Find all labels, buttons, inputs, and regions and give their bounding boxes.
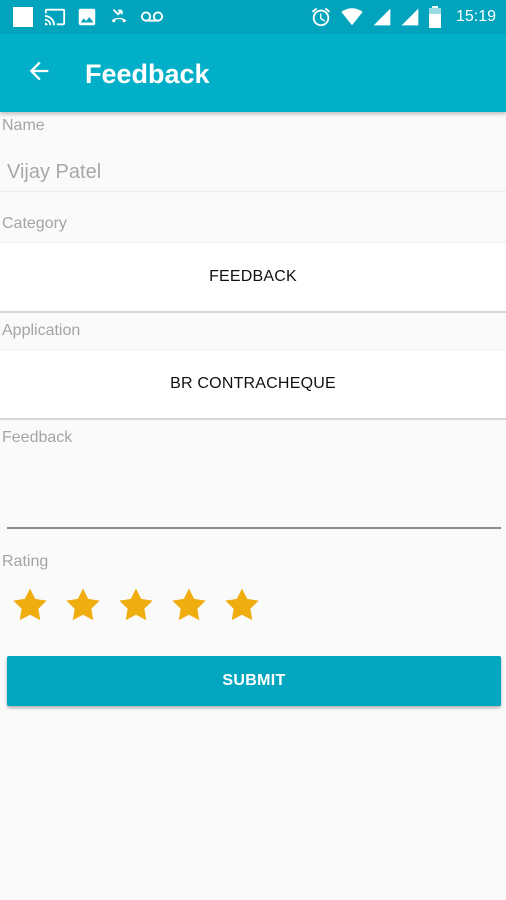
name-divider <box>0 191 506 192</box>
app-bar: Feedback <box>0 34 506 112</box>
category-selector[interactable]: FEEDBACK <box>0 242 506 313</box>
category-label: Category <box>2 215 67 232</box>
name-field[interactable]: Vijay Patel <box>7 161 101 184</box>
feedback-input[interactable] <box>7 455 501 525</box>
notification-icons <box>12 0 164 34</box>
signal-icon <box>372 7 392 27</box>
square-icon <box>12 6 34 28</box>
feedback-underline <box>7 527 501 529</box>
star-icon[interactable] <box>222 586 262 626</box>
voicemail-icon <box>140 6 164 28</box>
wifi-icon <box>340 6 364 28</box>
feedback-label: Feedback <box>2 429 73 446</box>
cast-icon <box>44 6 66 28</box>
star-icon[interactable] <box>169 586 209 626</box>
rating-bar[interactable] <box>10 586 262 626</box>
arrow-back-icon <box>25 57 53 90</box>
page-title: Feedback <box>85 59 210 89</box>
clock: 15:19 <box>455 8 496 25</box>
back-button[interactable] <box>20 54 58 92</box>
submit-button[interactable]: SUBMIT <box>7 656 501 706</box>
image-icon <box>76 6 98 28</box>
application-label: Application <box>2 322 81 339</box>
status-bar: 15:19 <box>0 0 506 34</box>
system-icons: 15:19 <box>310 0 496 34</box>
rating-label: Rating <box>2 553 49 570</box>
application-selector[interactable]: BR CONTRACHEQUE <box>0 349 506 420</box>
star-icon[interactable] <box>10 586 50 626</box>
star-icon[interactable] <box>63 586 103 626</box>
name-label: Name <box>2 117 45 134</box>
star-icon[interactable] <box>116 586 156 626</box>
alarm-icon <box>310 6 332 28</box>
signal-icon <box>400 7 420 27</box>
missed-call-icon <box>108 6 130 28</box>
battery-icon <box>428 6 442 28</box>
